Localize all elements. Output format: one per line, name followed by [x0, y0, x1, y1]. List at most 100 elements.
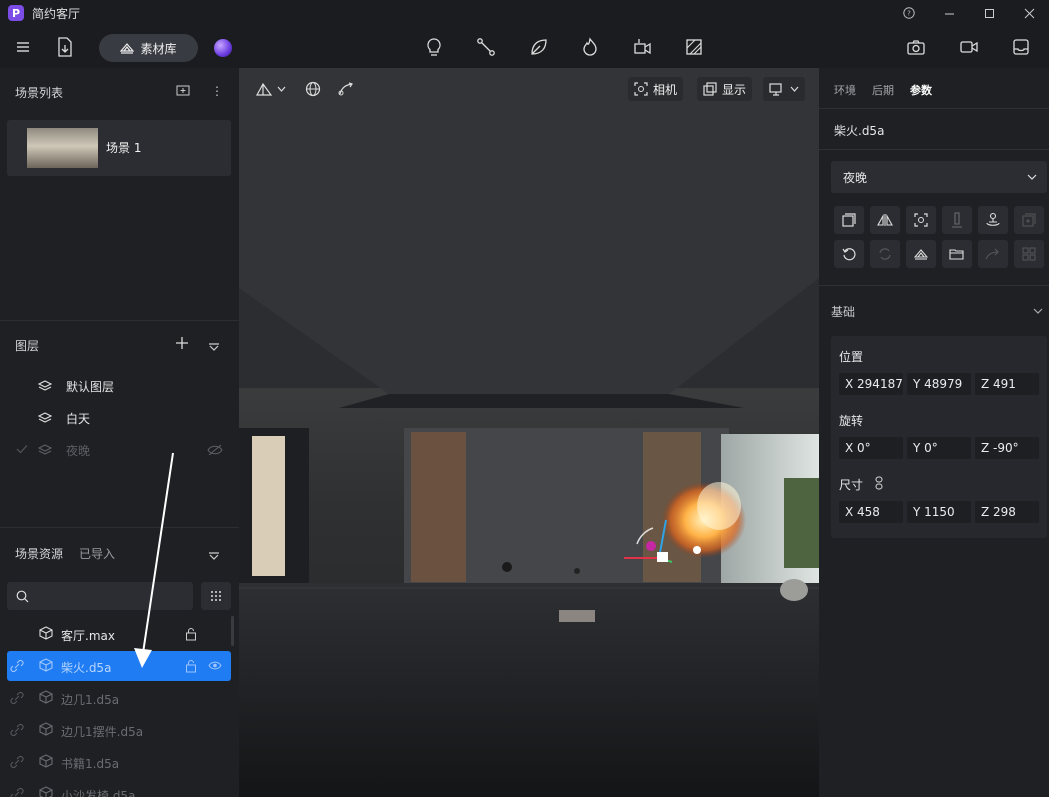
path-icon[interactable] [474, 35, 498, 59]
rotation-y-field[interactable]: Y 0° [907, 437, 971, 459]
transform-mode-dropdown[interactable] [255, 78, 286, 100]
check-icon[interactable] [16, 443, 28, 457]
layer-label: 默认图层 [66, 379, 115, 394]
export-button[interactable] [978, 240, 1008, 268]
variant-select[interactable]: 夜晚 [831, 161, 1047, 193]
open-folder-button[interactable] [942, 240, 972, 268]
ungroup-button[interactable] [1014, 240, 1044, 268]
inbox-icon[interactable] [1009, 35, 1033, 59]
cube-icon [39, 722, 53, 736]
eye-icon[interactable] [208, 660, 222, 671]
minimize-icon[interactable] [929, 0, 969, 26]
position-z-field[interactable]: Z 491 [975, 373, 1039, 395]
group-icon [1022, 247, 1036, 261]
add-layer-icon[interactable] [175, 336, 189, 353]
camera-icon[interactable] [904, 35, 928, 59]
rotation-label: 旋转 [839, 414, 864, 428]
mirror-button[interactable] [870, 206, 900, 234]
leaf-icon[interactable] [527, 35, 551, 59]
layers-icon [38, 380, 52, 391]
focus-object-button[interactable] [906, 206, 936, 234]
size-z-field[interactable]: Z 298 [975, 501, 1039, 523]
help-icon[interactable]: ? [889, 0, 929, 26]
tab-post[interactable]: 后期 [872, 82, 894, 98]
asset-row[interactable]: 边几1摆件.d5a [0, 715, 239, 745]
focus-icon [634, 82, 648, 96]
link-ratio-icon[interactable] [874, 476, 884, 490]
layer-item[interactable]: 默认图层 [38, 376, 114, 396]
snap-icon[interactable] [337, 78, 355, 100]
globe-icon[interactable] [305, 78, 321, 100]
scene-item[interactable]: 场景 1 [7, 120, 231, 176]
lock-icon[interactable] [185, 659, 197, 673]
menu-icon[interactable] [11, 35, 35, 59]
assets-collapse-icon[interactable] [208, 549, 220, 563]
eye-off-icon[interactable] [207, 444, 223, 459]
assets-tab-scene[interactable]: 场景资源 [15, 545, 63, 562]
position-y-field[interactable]: Y 48979 [907, 373, 971, 395]
tab-environment[interactable]: 环境 [834, 82, 856, 98]
asset-row[interactable]: 小沙发椅.d5a [0, 779, 239, 797]
undo-button[interactable] [834, 240, 864, 268]
camera-button[interactable]: 相机 [628, 77, 684, 101]
size-x-field[interactable]: X 458 [839, 501, 903, 523]
maximize-icon[interactable] [969, 0, 1009, 26]
copy-button[interactable] [834, 206, 864, 234]
rotation-z-field[interactable]: Z -90° [975, 437, 1039, 459]
library-button[interactable] [906, 240, 936, 268]
display-label: 显示 [722, 82, 747, 97]
layers-collapse-icon[interactable] [208, 340, 220, 354]
bulb-icon[interactable] [422, 35, 446, 59]
place-icon [986, 212, 1000, 226]
layer-label: 夜晚 [66, 443, 91, 458]
3d-viewport[interactable]: 相机 显示 [239, 68, 819, 797]
position-x-field[interactable]: X 294187 [839, 373, 903, 395]
scene-more-icon[interactable]: ⋮ [211, 84, 223, 98]
scene-list-title: 场景列表 [15, 86, 64, 100]
drop-to-floor-button[interactable] [942, 206, 972, 234]
asset-row[interactable]: 客厅.max [0, 619, 239, 649]
view-mode-dropdown[interactable] [763, 77, 805, 101]
assets-tab-imported[interactable]: 已导入 [79, 545, 115, 562]
add-scene-icon[interactable] [176, 84, 190, 99]
close-icon[interactable] [1009, 0, 1049, 26]
display-icon [703, 82, 717, 96]
import-file-icon[interactable] [53, 35, 77, 59]
size-y-field[interactable]: Y 1150 [907, 501, 971, 523]
tab-params[interactable]: 参数 [910, 82, 932, 98]
display-button[interactable]: 显示 [697, 77, 753, 101]
fire-icon[interactable] [578, 35, 602, 59]
grid-view-button[interactable] [201, 582, 231, 610]
view-icon [769, 83, 782, 96]
place-button[interactable] [978, 206, 1008, 234]
svg-text:?: ? [907, 10, 911, 18]
add-to-group-button[interactable] [1014, 206, 1044, 234]
lock-icon[interactable] [185, 627, 197, 641]
layers-icon [38, 412, 52, 423]
section-icon[interactable] [682, 35, 706, 59]
asset-name: 柴火.d5a [61, 661, 112, 675]
drag-arrow-annotation [134, 452, 174, 668]
ai-orb-icon[interactable] [214, 39, 232, 57]
link-icon [10, 755, 24, 769]
refresh-button[interactable] [870, 240, 900, 268]
main-toolbar: 素材库 [0, 26, 1049, 68]
layer-item[interactable]: 白天 [38, 408, 90, 428]
cube-icon [39, 754, 53, 768]
asset-row[interactable]: 边几1.d5a [0, 683, 239, 713]
video-icon[interactable] [957, 35, 981, 59]
clip-icon[interactable] [630, 35, 654, 59]
asset-row[interactable]: 书籍1.d5a [0, 747, 239, 777]
rotate-left-icon [842, 248, 856, 261]
rotation-x-field[interactable]: X 0° [839, 437, 903, 459]
folder-icon [949, 249, 964, 260]
asset-library-button[interactable]: 素材库 [99, 34, 198, 62]
cube-icon [39, 786, 53, 797]
layer-item[interactable]: 夜晚 [38, 440, 90, 460]
library-icon [120, 43, 135, 54]
asset-library-label: 素材库 [140, 41, 177, 56]
chevron-down-icon[interactable] [1033, 308, 1043, 314]
add-box-icon [1022, 213, 1036, 227]
asset-row-selected[interactable]: 柴火.d5a [7, 651, 231, 681]
mirror-icon [877, 213, 893, 226]
